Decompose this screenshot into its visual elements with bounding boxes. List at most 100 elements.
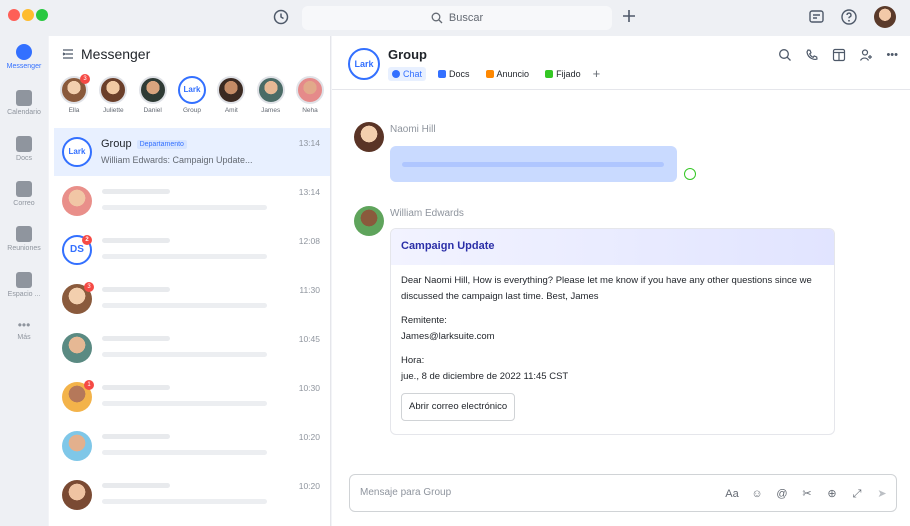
sender-avatar[interactable] [354,206,384,236]
department-tag: Departamento [136,139,187,149]
avatar-initials: DS [70,244,84,255]
send-icon[interactable]: ➤ [874,486,890,502]
tab-announcement[interactable]: Anuncio [482,67,534,81]
unread-badge: 1 [84,380,94,390]
composer-actions: Aa ☺ @ ✂ ⊕ ⤢ ➤ [724,486,890,502]
add-tab-icon[interactable]: + [593,66,601,81]
pinned-contact[interactable]: Neha [293,76,327,114]
sidebar-panel-icon[interactable] [832,48,846,62]
megaphone-icon [485,69,494,78]
pin-icon [545,69,554,78]
chat-time: 10:20 [298,481,320,491]
pinned-contact[interactable]: Juliette [96,76,130,114]
pinned-contact[interactable]: Daniel [136,76,170,114]
mention-icon[interactable]: @ [774,486,790,502]
pinned-name: Juliette [103,107,124,114]
placeholder-line [102,352,267,357]
pinned-name: Ella [68,107,80,114]
tab-label: Fijado [556,68,581,79]
card-body-text: Dear Naomi Hill, How is everything? Plea… [401,275,812,302]
add-attachment-icon[interactable]: ⊕ [824,486,840,502]
expand-icon[interactable]: ⤢ [849,486,865,502]
chat-row[interactable]: 1 10:30 [54,373,330,421]
chat-icon [392,69,400,78]
calendar-icon [16,90,32,106]
chat-row[interactable]: 3 11:30 [54,275,330,323]
rail-item-calendar[interactable]: Calendario [0,90,48,116]
card-title: Campaign Update [391,229,834,265]
rail-item-meetings[interactable]: Reuniones [0,226,48,252]
rail-item-more[interactable]: ••• Más [0,319,48,341]
avatar [138,76,167,104]
pinned-contact[interactable]: Amit [214,76,248,114]
text-format-icon[interactable]: Aa [724,486,740,502]
unread-badge: 3 [84,282,94,292]
placeholder-line [102,385,170,390]
placeholder-line [102,336,170,341]
tab-pinned[interactable]: Fijado [541,67,585,81]
rail-label: Docs [16,155,32,162]
add-member-icon[interactable] [859,48,873,62]
help-icon[interactable] [840,8,858,26]
inbox-settings-icon[interactable] [808,8,826,26]
open-email-button[interactable]: Abrir correo electrónico [401,393,516,421]
zoom-window-button[interactable] [36,9,48,21]
emoji-icon[interactable]: ☺ [749,486,765,502]
avatar [217,76,246,104]
user-avatar[interactable] [874,6,896,28]
rail-item-mail[interactable]: Correo [0,181,48,207]
lark-logo: Lark [348,48,380,80]
tab-label: Docs [449,68,470,79]
sender-avatar[interactable] [354,122,384,152]
chat-time: 13:14 [298,138,320,148]
more-dots-icon: ••• [17,318,31,332]
placeholder-line [102,401,267,406]
call-icon[interactable] [805,48,819,62]
tab-docs[interactable]: Docs [434,67,474,81]
chat-row[interactable]: 10:20 [54,422,330,470]
more-options-icon[interactable]: ••• [886,48,898,62]
minimize-window-button[interactable] [22,9,34,21]
placeholder-line [102,303,267,308]
pinned-contact[interactable]: Lark Group [175,76,209,114]
plus-icon[interactable] [620,7,638,25]
chat-title: Group Departamento [101,138,187,150]
pinned-contact[interactable]: 3 Ella [57,74,91,114]
screenshot-icon[interactable]: ✂ [799,486,815,502]
history-icon[interactable] [272,8,290,26]
pinned-contact[interactable]: James [254,76,288,114]
sender-email[interactable]: James@larksuite.com [401,329,824,345]
video-icon [16,226,32,242]
pinned-name: Group [182,107,202,114]
pinned-contacts: 3 Ella Juliette Daniel Lark Group Amit J… [57,74,327,114]
composer-placeholder: Mensaje para Group [360,487,452,498]
tab-chat[interactable]: Chat [388,66,427,81]
search-bar[interactable]: Buscar [302,6,612,30]
read-receipt-icon [684,168,696,180]
chat-time: 10:45 [298,334,320,344]
unread-badge: 3 [80,74,90,84]
rail-item-messenger[interactable]: Messenger [0,44,48,70]
rail-label: Correo [13,200,35,207]
chat-row[interactable]: 10:45 [54,324,330,372]
chat-row[interactable]: 10:20 [54,471,330,519]
sender-label: Remitente: [401,315,447,326]
message-bubble[interactable] [390,146,677,182]
rail-item-workspace[interactable]: Espacio ... [0,272,48,298]
chat-row-group[interactable]: Lark Group Departamento William Edwards:… [54,128,330,176]
chat-time: 10:30 [298,383,320,393]
search-chat-icon[interactable] [778,48,792,62]
message-composer[interactable]: Mensaje para Group Aa ☺ @ ✂ ⊕ ⤢ ➤ [349,474,897,512]
chat-row[interactable]: DS 2 12:08 [54,226,330,274]
placeholder-line [102,483,170,488]
collapse-menu-icon[interactable] [61,47,75,61]
chat-list-panel: Messenger 3 Ella Juliette Daniel Lark Gr… [49,36,331,526]
pinned-name: Amit [224,107,238,114]
close-window-button[interactable] [8,9,20,21]
avatar [62,431,92,461]
time-value: jue., 8 de diciembre de 2022 11:45 CST [401,371,569,382]
chat-row[interactable]: 13:14 [54,177,330,225]
messenger-title: Messenger [81,46,151,62]
rail-item-docs[interactable]: Docs [0,136,48,162]
rail-label: Messenger [6,63,42,70]
